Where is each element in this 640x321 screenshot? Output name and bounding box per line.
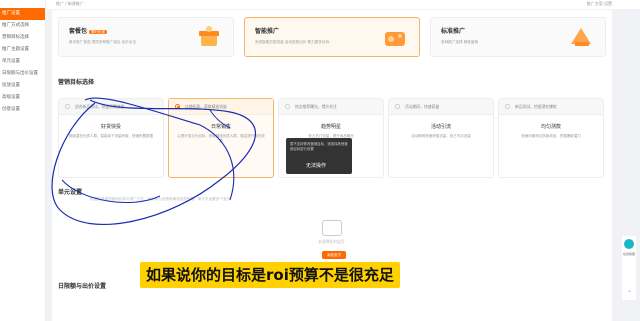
video-subtitle: 如果说你的目标是roi预算不是很充足 xyxy=(140,262,400,288)
promo-type-row: 套餐包 限时优惠 新手推广首选 提供多种推广组合 优价出击 智能推广 系统智能匹配… xyxy=(58,17,606,57)
goal-radio[interactable] xyxy=(505,104,510,109)
disabled-tooltip: 暂不支持修改营销目标，请选择其他营销目标进行设置 无法操作 xyxy=(286,138,352,174)
promo-card-desc: 多种推广选择 精准营销 xyxy=(441,40,479,44)
goal-radio[interactable] xyxy=(395,104,400,109)
goal-card-test[interactable]: 新品测试，挖掘潜在爆款 均匀测款 快速均衡测试多款商品，挖掘爆款潜力 xyxy=(498,98,604,178)
empty-state-text: 未选择任何宝贝 xyxy=(318,239,345,244)
goal-desc: 以提升成交为目标，获取精准优质人群，稳定提升转化效果 xyxy=(177,134,265,143)
unit-hint: 根据您选择的营销目标与推广方式，系统将为您推荐最佳投放策略，单元可设置多个宝贝 xyxy=(90,197,231,201)
goal-head: 活动期间，快速获量 xyxy=(389,99,493,115)
sidebar-item-creative[interactable]: 创意设置 xyxy=(0,104,45,116)
float-label: 在线客服 xyxy=(622,252,635,256)
goal-name: 日常销售 xyxy=(210,124,231,130)
tooltip-text: 暂不支持修改营销目标，请选择其他营销目标进行设置 xyxy=(290,142,348,151)
promo-card-package[interactable]: 套餐包 限时优惠 新手推广首选 提供多种推广组合 优价出击 xyxy=(58,17,234,57)
goal-desc: 快速均衡测试多款商品，挖掘爆款潜力 xyxy=(521,134,581,138)
goal-name: 趋势明星 xyxy=(320,124,341,130)
standard-promo-icon xyxy=(571,28,591,46)
sidebar-item-promo-settings[interactable]: 推广设置 xyxy=(0,8,45,20)
sidebar-item-delivery[interactable]: 投放设置 xyxy=(0,80,45,92)
sidebar-item-budget-bid[interactable]: 日限额与出价设置 xyxy=(0,68,45,80)
sidebar-logo xyxy=(0,0,45,8)
goal-section-title: 营销目标选择 xyxy=(58,79,95,86)
promo-card-smart[interactable]: 智能推广 系统智能匹配流量 自动投放出价 助力更多目标 xyxy=(244,17,420,57)
promo-tag-badge: 限时优惠 xyxy=(89,30,108,34)
sidebar-item-theme[interactable]: 推广主题设置 xyxy=(0,44,45,56)
goal-radio[interactable] xyxy=(285,104,290,109)
sidebar-item-unit[interactable]: 单元设置 xyxy=(0,56,45,68)
promo-card-title: 标准推广 xyxy=(441,28,466,35)
goal-name: 好货快投 xyxy=(100,124,121,130)
goal-desc: 活动期间快速获取流量，抢占节点流量 xyxy=(411,134,471,138)
smart-promo-icon xyxy=(385,32,405,46)
sidebar-item-advanced[interactable]: 高级设置 xyxy=(0,92,45,104)
tooltip-status: 无法操作 xyxy=(306,163,327,169)
goal-card-daily-sales[interactable]: 店铺拓客，获取精准流量 日常销售 以提升成交为目标，获取精准优质人群，稳定提升转… xyxy=(168,98,274,178)
goal-head: 新品测试，挖掘潜在爆款 xyxy=(499,99,603,115)
goal-radio[interactable] xyxy=(65,104,70,109)
marketing-goal-row: 适合新品测试，快速积累流量 好货快投 圈选潜在优质人群，智能拿下流量获取，快速积… xyxy=(58,98,606,178)
sidebar: 推广设置 推广方式选择 营销目标选择 推广主题设置 单元设置 日限额与出价设置 … xyxy=(0,0,46,321)
promo-card-desc: 新手推广首选 提供多种推广组合 优价出击 xyxy=(69,40,136,44)
breadcrumb: 推广 / 新建推广 xyxy=(56,1,84,6)
sidebar-item-promo-method[interactable]: 推广方式选择 xyxy=(0,20,45,32)
promo-card-title: 套餐包 限时优惠 xyxy=(69,28,108,35)
budget-section-title: 日限额与出价设置 xyxy=(58,283,107,290)
goal-desc: 圈选潜在优质人群，智能拿下流量获取，快速积累数据 xyxy=(69,134,153,138)
goal-card-event[interactable]: 活动期间，快速获量 活动引流 活动期间快速获取流量，抢占节点流量 xyxy=(388,98,494,178)
goal-name: 活动引流 xyxy=(430,124,451,130)
promo-card-standard[interactable]: 标准推广 多种推广选择 精准营销 xyxy=(430,17,606,57)
add-item-button[interactable]: 添加宝贝 xyxy=(322,251,346,259)
unit-section-title: 单元设置 xyxy=(58,189,83,196)
promo-card-title: 智能推广 xyxy=(255,28,280,35)
sidebar-item-marketing-goal[interactable]: 营销目标选择 xyxy=(0,32,45,44)
goal-name: 均匀测款 xyxy=(540,124,561,130)
goal-head: 店铺拓客，获取精准流量 xyxy=(169,99,273,115)
goal-radio-selected[interactable] xyxy=(175,104,180,109)
promo-card-desc: 系统智能匹配流量 自动投放出价 助力更多目标 xyxy=(255,40,330,44)
gift-box-icon xyxy=(199,26,219,46)
goal-card-quick[interactable]: 适合新品测试，快速积累流量 好货快投 圈选潜在优质人群，智能拿下流量获取，快速积… xyxy=(58,98,164,178)
goal-head: 热点推荐曝光，提升关注 xyxy=(279,99,383,115)
top-bar: 推广 / 新建推广 推广方案 设置 xyxy=(46,0,640,9)
chevron-down-icon[interactable]: ⌄ xyxy=(627,287,632,294)
empty-box-icon xyxy=(322,220,342,236)
topbar-link[interactable]: 推广方案 设置 xyxy=(587,1,612,7)
goal-head: 适合新品测试，快速积累流量 xyxy=(59,99,163,115)
customer-service-icon[interactable] xyxy=(624,239,634,249)
